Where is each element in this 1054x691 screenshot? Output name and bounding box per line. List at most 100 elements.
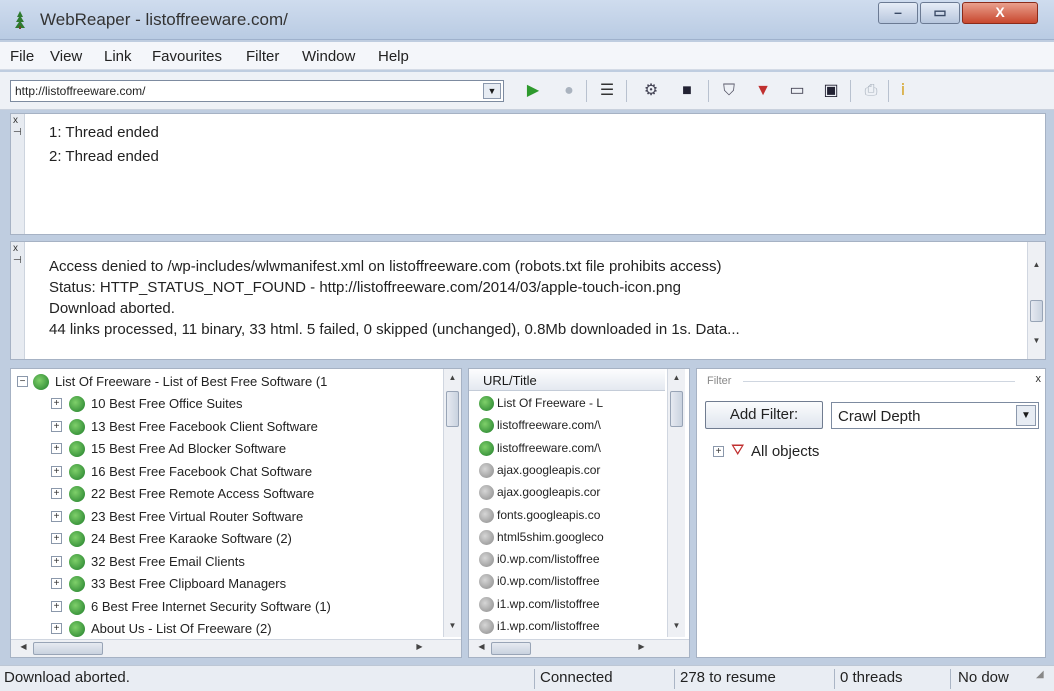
url-combobox[interactable]: http://listoffreeware.com/ ▼ [10,80,504,102]
filter-tree-label: All objects [751,443,820,460]
divider [950,669,951,689]
expand-icon[interactable]: + [51,443,62,454]
menu-file[interactable]: File [10,48,34,65]
info-icon[interactable]: ⅰ [892,81,914,101]
close-button[interactable]: X [962,2,1038,24]
tree-item[interactable]: +24 Best Free Karaoke Software (2) [11,528,431,550]
tree-hscrollbar[interactable]: ◀ ▶ [11,639,461,657]
url-row[interactable]: i1.wp.com/listoffree [469,594,665,615]
url-row[interactable]: i0.wp.com/listoffree [469,571,665,592]
play-icon[interactable]: ▶ [522,81,544,101]
url-row[interactable]: ajax.googleapis.cor [469,482,665,503]
save-icon[interactable]: ■ [676,81,698,101]
tree-item[interactable]: +33 Best Free Clipboard Managers [11,573,431,595]
url-row[interactable]: listoffreeware.com/\ [469,415,665,436]
toolbar: http://listoffreeware.com/ ▼ ▶ ● ☰ ⚙ ■ ⛉… [0,72,1054,110]
page-node-icon [69,553,85,570]
scroll-left-icon[interactable]: ◀ [473,642,490,651]
resize-grip-icon[interactable]: ◢ [1036,669,1050,689]
tree-item[interactable]: +32 Best Free Email Clients [11,551,431,573]
tree-root[interactable]: − List Of Freeware - List of Best Free S… [11,371,441,393]
scroll-up-icon[interactable]: ▲ [668,373,685,382]
tree-item[interactable]: +15 Best Free Ad Blocker Software [11,438,431,460]
menu-favourites[interactable]: Favourites [152,48,222,65]
filter-icon[interactable]: ▼ [752,81,774,101]
maximize-button[interactable]: ▭ [920,2,960,24]
site-node-icon [33,374,49,390]
scroll-down-icon[interactable]: ▼ [1028,336,1045,345]
collapse-icon[interactable]: − [17,376,28,387]
disk-icon[interactable]: ▣ [820,81,842,101]
scroll-down-icon[interactable]: ▼ [444,621,461,630]
expand-icon[interactable]: + [51,488,62,499]
scroll-thumb[interactable] [491,642,531,655]
scroll-thumb[interactable] [1030,300,1043,322]
url-row[interactable]: fonts.googleapis.co [469,505,665,526]
pin-icon[interactable]: ⊣ [13,128,22,138]
chevron-down-icon[interactable]: ▼ [1016,405,1036,426]
tree-item[interactable]: +10 Best Free Office Suites [11,393,431,415]
expand-icon[interactable]: + [51,510,62,522]
scroll-thumb[interactable] [670,391,683,427]
chevron-down-icon[interactable]: ▼ [483,83,501,99]
filter-wizard-icon[interactable]: ⛉ [718,81,740,101]
expand-icon[interactable]: + [51,465,62,477]
minimize-button[interactable]: – [878,2,918,24]
expand-icon[interactable]: + [51,623,62,634]
log-scrollbar[interactable]: ▲ ▼ [1027,242,1045,359]
scroll-thumb[interactable] [446,391,459,427]
close-icon[interactable]: x [1036,373,1042,385]
url-row[interactable]: i0.wp.com/listoffree [469,549,665,570]
url-row[interactable]: html5shim.googleco [469,527,665,548]
url-vscrollbar[interactable]: ▲ ▼ [667,369,685,637]
scroll-thumb[interactable] [33,642,103,655]
menu-link[interactable]: Link [104,48,132,65]
scroll-up-icon[interactable]: ▲ [444,373,461,382]
url-title-column-header[interactable]: URL/Title [469,369,665,391]
scroll-left-icon[interactable]: ◀ [15,642,32,651]
scroll-right-icon[interactable]: ▶ [633,642,650,651]
page-node-icon [69,486,85,502]
url-row[interactable]: ajax.googleapis.cor [469,460,665,481]
url-row[interactable]: listoffreeware.com/\ [469,438,665,459]
toolbar-separator [850,80,851,102]
scroll-up-icon[interactable]: ▲ [1028,260,1045,269]
filter-type-select[interactable]: Crawl Depth ▼ [831,402,1039,429]
expand-icon[interactable]: + [51,398,62,409]
print-icon[interactable]: ⎙ [860,81,882,101]
funnel-icon: ⛛ [731,442,745,459]
expand-icon[interactable]: + [51,600,62,612]
scroll-right-icon[interactable]: ▶ [411,642,428,651]
menu-filter[interactable]: Filter [246,48,279,65]
url-row-text: listoffreeware.com/\ [497,418,601,433]
url-hscrollbar[interactable]: ◀ ▶ [469,639,689,657]
tree-item[interactable]: +23 Best Free Virtual Router Software [11,506,431,528]
tree-item[interactable]: +6 Best Free Internet Security Software … [11,596,431,618]
url-row[interactable]: List Of Freeware - L [469,393,665,414]
add-filter-button[interactable]: Add Filter: [705,401,823,429]
close-icon[interactable]: x [13,244,18,254]
log-line: Download aborted. [49,300,175,317]
url-row[interactable]: i1.wp.com/listoffree [469,616,665,637]
stop-icon[interactable]: ● [558,81,580,101]
tree-item[interactable]: +22 Best Free Remote Access Software [11,483,431,505]
expand-icon[interactable]: + [51,533,62,544]
menu-help[interactable]: Help [378,48,409,65]
scroll-down-icon[interactable]: ▼ [668,621,685,630]
expand-icon[interactable]: + [713,446,724,457]
pin-icon[interactable]: ⊣ [13,256,22,266]
list-icon[interactable]: ☰ [596,81,618,101]
tree-item[interactable]: + About Us - List Of Freeware (2) [11,618,431,640]
expand-icon[interactable]: + [51,420,62,432]
menu-window[interactable]: Window [302,48,355,65]
tree-vscrollbar[interactable]: ▲ ▼ [443,369,461,637]
close-icon[interactable]: x [13,116,18,126]
export-icon[interactable]: ▭ [786,81,808,101]
tree-item[interactable]: +13 Best Free Facebook Client Software [11,416,431,438]
tree-item[interactable]: +16 Best Free Facebook Chat Software [11,461,431,483]
settings-icon[interactable]: ⚙ [640,81,662,101]
tree-item-label: About Us - List Of Freeware (2) [91,621,272,636]
expand-icon[interactable]: + [51,578,62,589]
menu-view[interactable]: View [50,48,82,65]
expand-icon[interactable]: + [51,555,62,567]
